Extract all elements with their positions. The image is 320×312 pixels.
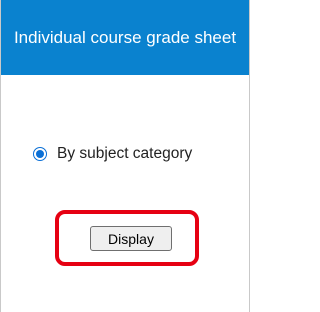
radio-selected-dot [36,150,44,158]
radio-button-selected[interactable] [33,147,47,161]
grade-sheet-panel: Individual course grade sheet By subject… [0,0,250,312]
panel-header: Individual course grade sheet [1,0,249,75]
option-by-subject-category[interactable]: By subject category [33,145,192,163]
display-button[interactable]: Display [90,226,172,251]
panel-title: Individual course grade sheet [13,27,237,47]
display-button-label: Display [108,230,154,247]
option-label: By subject category [57,145,193,162]
